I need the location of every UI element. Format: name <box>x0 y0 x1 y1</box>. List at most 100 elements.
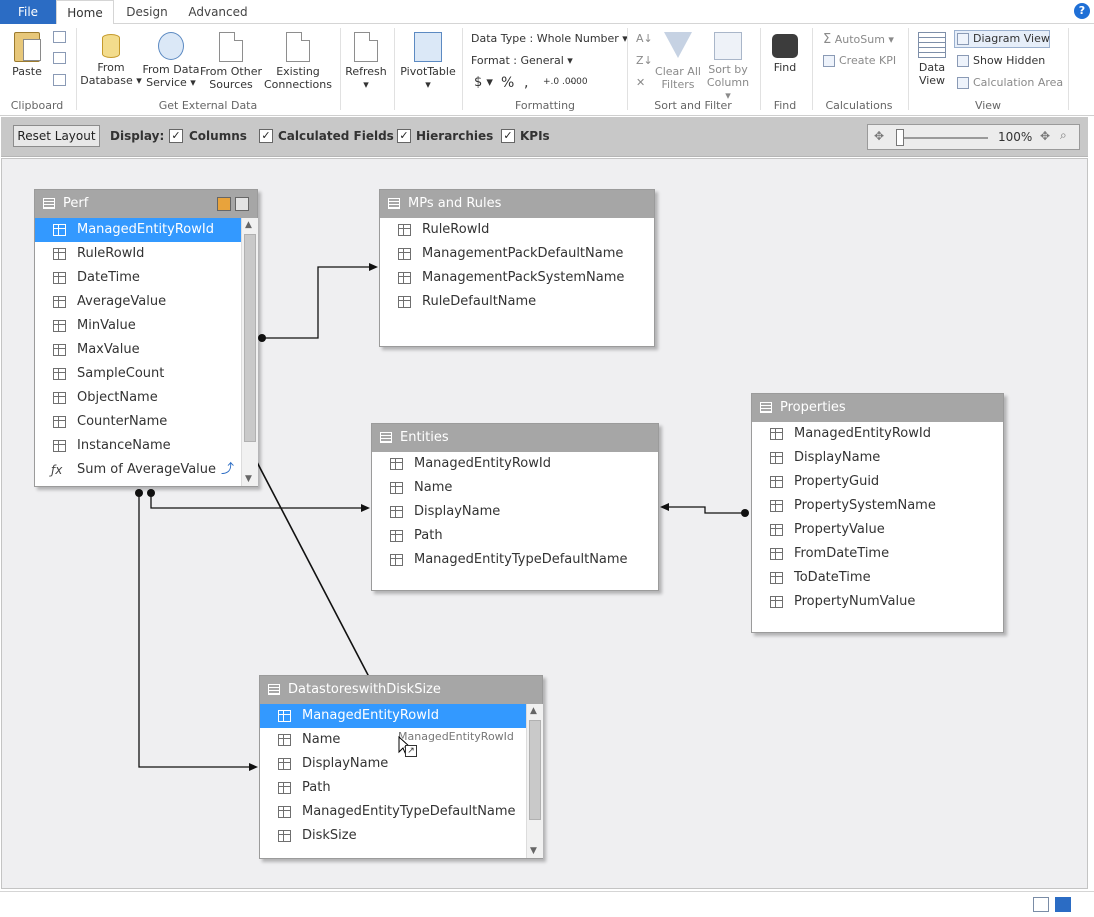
column-name: ObjectName <box>77 390 158 405</box>
table-card-datastoreswithdisksize[interactable]: DatastoreswithDiskSize ManagedEntityRowI… <box>259 675 543 859</box>
column-row[interactable]: ManagedEntityRowId <box>752 422 1003 446</box>
column-name: ManagedEntityRowId <box>794 426 931 441</box>
column-icon <box>390 482 403 494</box>
column-name: AverageValue <box>77 294 167 309</box>
column-icon <box>398 224 411 236</box>
column-row[interactable]: DateTime <box>35 266 241 290</box>
scroll-thumb[interactable] <box>529 720 541 820</box>
table-header-entities[interactable]: Entities <box>372 424 658 452</box>
column-row[interactable]: ObjectName <box>35 386 241 410</box>
column-row[interactable]: Name <box>372 476 658 500</box>
column-row[interactable]: ManagedEntityRowId <box>372 452 658 476</box>
column-row[interactable]: PropertyGuid <box>752 470 1003 494</box>
column-icon <box>770 524 783 536</box>
column-row[interactable]: CounterName <box>35 410 241 434</box>
table-title: DatastoreswithDiskSize <box>288 682 441 697</box>
relationship-properties-entities <box>668 506 745 514</box>
column-icon <box>770 476 783 488</box>
table-title: Properties <box>780 400 846 415</box>
column-row[interactable]: RuleDefaultName <box>380 290 654 314</box>
scroll-thumb[interactable] <box>244 234 256 442</box>
column-row[interactable]: ManagementPackDefaultName <box>380 242 654 266</box>
column-row[interactable]: RuleRowId <box>35 242 241 266</box>
column-icon <box>770 548 783 560</box>
scroll-down-icon[interactable]: ▼ <box>245 474 252 484</box>
column-row[interactable]: Path <box>372 524 658 548</box>
scroll-up-icon[interactable]: ▲ <box>530 706 537 716</box>
column-row[interactable]: ManagedEntityRowId <box>35 218 241 242</box>
column-row[interactable]: ManagementPackSystemName <box>380 266 654 290</box>
relationship-endpoint <box>258 334 266 342</box>
maximize-icon[interactable] <box>235 197 249 211</box>
column-row[interactable]: MinValue <box>35 314 241 338</box>
column-row[interactable]: DisplayName <box>260 752 526 776</box>
column-row[interactable]: PropertyNumValue <box>752 590 1003 614</box>
perf-scrollbar[interactable]: ▲ ▼ <box>241 218 258 486</box>
column-icon <box>53 416 66 428</box>
column-row[interactable]: DisplayName <box>752 446 1003 470</box>
column-row[interactable]: ManagedEntityTypeDefaultName <box>260 800 526 824</box>
column-row[interactable]: ToDateTime <box>752 566 1003 590</box>
column-row[interactable]: DiskSize <box>260 824 526 848</box>
column-row[interactable]: FromDateTime <box>752 542 1003 566</box>
diagram-view-icon[interactable] <box>1055 897 1071 912</box>
column-name: InstanceName <box>77 438 171 453</box>
column-row[interactable]: Path <box>260 776 526 800</box>
grid-view-icon[interactable] <box>1033 897 1049 912</box>
table-options-icon[interactable] <box>217 197 231 211</box>
column-icon <box>770 500 783 512</box>
table-card-properties[interactable]: Properties ManagedEntityRowId DisplayNam… <box>751 393 1004 633</box>
column-name: ManagedEntityTypeDefaultName <box>302 804 516 819</box>
column-row[interactable]: ManagedEntityTypeDefaultName <box>372 548 658 572</box>
column-icon <box>278 758 291 770</box>
column-name: Path <box>414 528 443 543</box>
column-row[interactable]: PropertyValue <box>752 518 1003 542</box>
column-icon <box>53 272 66 284</box>
table-header-perf[interactable]: Perf <box>35 190 257 218</box>
column-name: PropertyGuid <box>794 474 880 489</box>
column-row[interactable]: SampleCount <box>35 362 241 386</box>
column-icon <box>770 596 783 608</box>
scroll-up-icon[interactable]: ▲ <box>245 220 252 230</box>
column-name: PropertyNumValue <box>794 594 916 609</box>
column-row[interactable]: DisplayName <box>372 500 658 524</box>
column-icon <box>53 440 66 452</box>
column-row[interactable]: InstanceName <box>35 434 241 458</box>
scroll-down-icon[interactable]: ▼ <box>530 846 537 856</box>
column-icon <box>53 392 66 404</box>
column-name: SampleCount <box>77 366 165 381</box>
table-title: Entities <box>400 430 449 445</box>
measure-name: Sum of AverageValue <box>77 462 217 477</box>
column-name: Name <box>302 732 341 747</box>
column-row[interactable]: AverageValue <box>35 290 241 314</box>
hierarchy-link-icon[interactable]: ⤴ <box>221 458 234 482</box>
column-name: ManagedEntityRowId <box>77 222 214 237</box>
column-row[interactable]: MaxValue <box>35 338 241 362</box>
column-row[interactable]: RuleRowId <box>380 218 654 242</box>
table-card-perf[interactable]: Perf ManagedEntityRowId RuleRowId DateTi… <box>34 189 258 487</box>
column-name: DateTime <box>77 270 140 285</box>
column-name: MinValue <box>77 318 136 333</box>
datastores-scrollbar[interactable]: ▲ ▼ <box>526 704 543 858</box>
table-card-entities[interactable]: Entities ManagedEntityRowId Name Display… <box>371 423 659 591</box>
column-icon <box>53 248 66 260</box>
column-name: ToDateTime <box>794 570 871 585</box>
column-icon <box>770 428 783 440</box>
arrowhead <box>249 763 258 771</box>
column-row[interactable]: PropertySystemName <box>752 494 1003 518</box>
table-card-mps-and-rules[interactable]: MPs and Rules RuleRowId ManagementPackDe… <box>379 189 655 347</box>
column-name: RuleDefaultName <box>422 294 537 309</box>
column-row[interactable]: ManagedEntityRowId <box>260 704 526 728</box>
measure-row[interactable]: ƒx Sum of AverageValue ⤴ <box>35 458 241 482</box>
table-header-properties[interactable]: Properties <box>752 394 1003 422</box>
column-icon <box>390 554 403 566</box>
column-name: PropertyValue <box>794 522 885 537</box>
table-header-datastoreswithdisksize[interactable]: DatastoreswithDiskSize <box>260 676 542 704</box>
column-name: RuleRowId <box>422 222 490 237</box>
column-icon <box>770 452 783 464</box>
column-icon <box>278 806 291 818</box>
relationship-perf-entities <box>150 493 362 509</box>
table-header-mps-and-rules[interactable]: MPs and Rules <box>380 190 654 218</box>
column-icon <box>398 248 411 260</box>
column-name: DisplayName <box>302 756 389 771</box>
